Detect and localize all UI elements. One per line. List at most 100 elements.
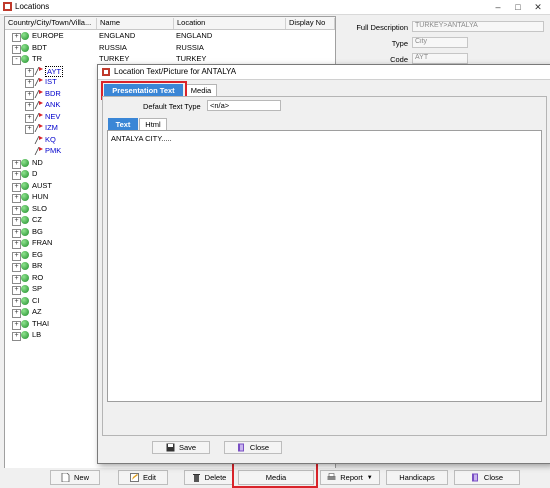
default-text-type-label: Default Text Type: [143, 102, 201, 111]
close-button[interactable]: Close: [454, 470, 520, 485]
tree-row-code: CI: [32, 295, 40, 305]
tree-row-code: ND: [32, 157, 43, 167]
expand-icon[interactable]: +: [12, 286, 21, 295]
tab-text[interactable]: Text: [108, 118, 138, 130]
media-button[interactable]: Media: [238, 470, 314, 485]
close-button-label: Close: [483, 473, 504, 482]
expand-icon[interactable]: +: [25, 90, 34, 100]
maximize-button[interactable]: □: [508, 1, 528, 13]
expand-icon[interactable]: +: [12, 240, 21, 249]
delete-button[interactable]: Delete: [184, 470, 234, 485]
column-headers: Country/City/Town/Villa... Name Location…: [5, 17, 335, 30]
expand-icon[interactable]: +: [25, 125, 34, 134]
column-header-display-no[interactable]: Display No: [286, 18, 335, 29]
close-window-button[interactable]: ✕: [528, 1, 548, 13]
dialog-close-button[interactable]: Close: [224, 441, 282, 454]
location-pin-icon: [34, 89, 43, 98]
expand-icon[interactable]: +: [25, 79, 34, 88]
code-label: Code: [390, 55, 408, 64]
expand-icon[interactable]: +: [25, 113, 34, 123]
location-pin-icon: [34, 101, 43, 109]
column-header-location[interactable]: Location: [174, 18, 286, 29]
save-button[interactable]: Save: [152, 441, 210, 454]
expand-icon[interactable]: +: [12, 320, 21, 330]
expand-icon[interactable]: +: [25, 102, 34, 111]
tree-row-code: KQ: [45, 134, 56, 144]
expand-icon[interactable]: +: [12, 44, 21, 54]
expand-icon[interactable]: +: [12, 263, 21, 272]
collapse-icon[interactable]: -: [12, 56, 21, 65]
tree-row-code: RO: [32, 272, 44, 282]
expand-icon[interactable]: +: [12, 228, 21, 238]
expand-icon[interactable]: +: [12, 297, 21, 307]
globe-icon: [21, 204, 29, 213]
tree-row-name: TURKEY: [99, 54, 130, 63]
expand-icon[interactable]: +: [12, 182, 21, 192]
globe-icon: [21, 331, 29, 339]
globe-icon: [21, 227, 29, 236]
new-button-label: New: [73, 473, 89, 482]
floppy-disk-icon: [166, 443, 175, 452]
globe-icon: [21, 216, 29, 224]
tree-row-code: AYT: [45, 65, 64, 77]
media-button-label: Media: [265, 473, 287, 482]
dialog-title: Location Text/Picture for ANTALYA: [114, 67, 237, 76]
text-editor[interactable]: ANTALYA CITY.....: [107, 130, 542, 402]
expand-icon[interactable]: +: [12, 205, 21, 215]
delete-button-label: Delete: [204, 473, 227, 482]
tab-media[interactable]: Media: [185, 84, 217, 96]
expand-icon[interactable]: +: [12, 217, 21, 226]
expand-icon[interactable]: +: [12, 251, 21, 261]
tree-row-code: LB: [32, 330, 42, 339]
expand-icon[interactable]: +: [12, 171, 21, 180]
edit-button[interactable]: Edit: [118, 470, 168, 485]
expand-icon[interactable]: +: [12, 309, 21, 318]
tree-row-name: ENGLAND: [99, 31, 136, 40]
window-controls: – □ ✕: [488, 1, 548, 13]
default-text-type-select[interactable]: <n/a>: [207, 100, 281, 111]
minimize-button[interactable]: –: [488, 1, 508, 13]
dropdown-arrow-icon[interactable]: ▼: [367, 475, 373, 481]
new-button[interactable]: New: [50, 470, 100, 485]
expand-icon[interactable]: +: [12, 194, 21, 203]
tree-row-code: TR: [32, 54, 42, 63]
expand-icon[interactable]: +: [12, 332, 21, 341]
full-description-field[interactable]: TURKEY>ANTALYA: [412, 21, 544, 32]
expand-icon[interactable]: +: [25, 67, 34, 77]
tree-row-code: IZM: [45, 123, 58, 132]
expand-icon[interactable]: +: [12, 159, 21, 169]
tree-row-code: BR: [32, 261, 43, 270]
tree-row-code: PMK: [45, 146, 62, 155]
tab-presentation-text[interactable]: Presentation Text: [104, 84, 183, 96]
expand-icon[interactable]: +: [12, 274, 21, 284]
column-header-name[interactable]: Name: [97, 18, 174, 29]
editor-content: ANTALYA CITY.....: [111, 134, 172, 143]
globe-icon: [21, 43, 29, 52]
globe-icon: [21, 285, 29, 293]
app-icon: [3, 2, 12, 11]
column-header-country[interactable]: Country/City/Town/Villa...: [5, 18, 97, 29]
globe-icon: [21, 170, 29, 178]
title-bar: Locations – □ ✕: [0, 0, 550, 15]
location-pin-icon: [34, 147, 43, 155]
tree-row[interactable]: + BDT RUSSIA RUSSIA: [5, 43, 335, 54]
handicaps-button[interactable]: Handicaps: [386, 470, 448, 485]
tree-row[interactable]: + EUROPE ENGLAND ENGLAND: [5, 31, 335, 42]
window-title: Locations: [15, 2, 50, 11]
tab-html[interactable]: Html: [139, 118, 167, 130]
tree-row-code: IST: [45, 77, 57, 86]
globe-icon: [21, 296, 29, 305]
globe-icon: [21, 181, 29, 190]
globe-icon: [21, 239, 29, 247]
tree-row-code: EG: [32, 249, 43, 259]
location-pin-icon: [34, 112, 43, 121]
type-field[interactable]: City: [412, 37, 468, 48]
new-document-icon: [61, 473, 70, 482]
report-button[interactable]: Report ▼: [320, 470, 380, 485]
tree-row-code: AZ: [32, 307, 42, 316]
expand-icon[interactable]: +: [12, 33, 21, 42]
globe-icon: [21, 319, 29, 328]
code-field[interactable]: AYT: [412, 53, 468, 64]
trash-icon: [192, 474, 200, 482]
tree-row-location: TURKEY: [176, 54, 207, 63]
